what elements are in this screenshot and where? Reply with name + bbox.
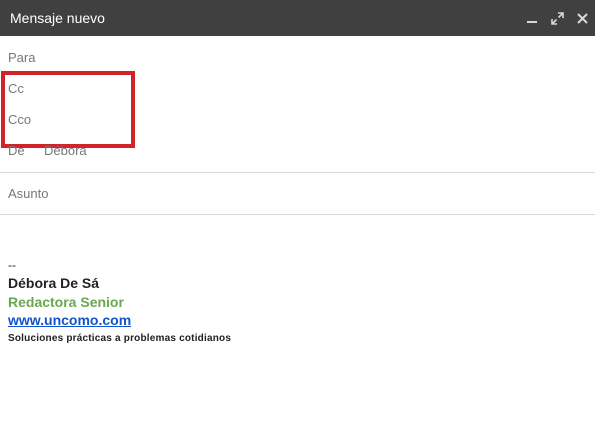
signature-name: Débora De Sá bbox=[8, 275, 100, 291]
to-field[interactable]: Para bbox=[0, 50, 595, 66]
to-label: Para bbox=[8, 50, 36, 65]
signature-separator: -- bbox=[8, 258, 16, 272]
from-field[interactable]: De Débora bbox=[0, 143, 595, 159]
signature-website-link[interactable]: www.uncomo.com bbox=[8, 312, 131, 328]
compose-title: Mensaje nuevo bbox=[10, 10, 105, 26]
divider bbox=[0, 172, 595, 173]
cc-bcc-highlight-box bbox=[1, 71, 135, 148]
from-label: De bbox=[8, 143, 25, 158]
minimize-icon[interactable] bbox=[525, 11, 539, 25]
window-controls bbox=[525, 0, 589, 36]
from-value[interactable]: Débora bbox=[44, 143, 87, 158]
signature-tagline: Soluciones prácticas a problemas cotidia… bbox=[8, 333, 232, 344]
signature-role: Redactora Senior bbox=[8, 294, 124, 310]
expand-icon[interactable] bbox=[550, 11, 564, 25]
subject-field[interactable]: Asunto bbox=[0, 186, 595, 202]
compose-titlebar[interactable]: Mensaje nuevo bbox=[0, 0, 595, 36]
compose-window: Mensaje nuevo Para Cc Cco De Débora Asun… bbox=[0, 0, 595, 422]
divider bbox=[0, 214, 595, 215]
subject-placeholder: Asunto bbox=[8, 186, 49, 201]
close-icon[interactable] bbox=[575, 11, 589, 25]
